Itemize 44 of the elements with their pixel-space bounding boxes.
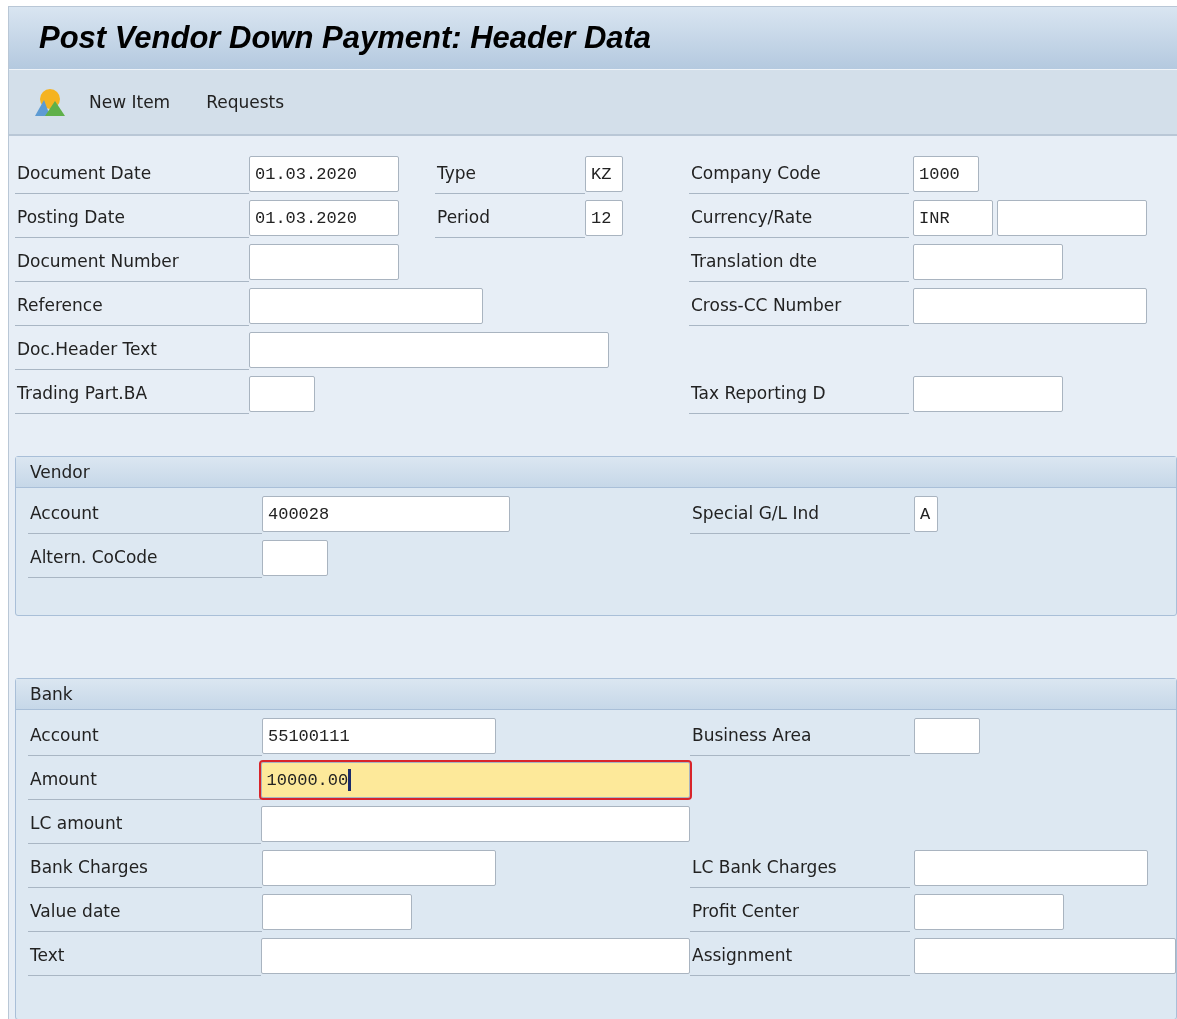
input-field[interactable] xyxy=(249,376,315,412)
input-field[interactable]: A xyxy=(914,496,938,532)
field-label: Currency/Rate xyxy=(689,197,909,238)
input-field[interactable] xyxy=(249,244,399,280)
input-field[interactable] xyxy=(262,540,328,576)
input-field[interactable] xyxy=(997,200,1147,236)
field-label: LC amount xyxy=(28,803,261,844)
input-field[interactable] xyxy=(913,288,1147,324)
input-field[interactable] xyxy=(249,332,609,368)
field-label: LC Bank Charges xyxy=(690,847,910,888)
toolbar-button[interactable]: Requests xyxy=(204,90,287,114)
field-label: Translation dte xyxy=(689,241,909,282)
input-field[interactable] xyxy=(262,894,412,930)
input-field[interactable] xyxy=(914,894,1064,930)
input-field[interactable]: 1000 xyxy=(913,156,979,192)
group-box-title: Bank xyxy=(16,679,1176,710)
window-title: Post Vendor Down Payment: Header Data xyxy=(39,20,652,56)
field-label: Company Code xyxy=(689,153,909,194)
input-field[interactable]: 01.03.2020 xyxy=(249,156,399,192)
input-field[interactable] xyxy=(913,244,1063,280)
field-label: Tax Reporting D xyxy=(689,373,909,414)
field-label: Special G/L Ind xyxy=(690,493,910,534)
input-field[interactable] xyxy=(260,806,690,842)
input-field[interactable] xyxy=(914,718,980,754)
input-field[interactable] xyxy=(914,850,1148,886)
input-field[interactable]: 01.03.2020 xyxy=(249,200,399,236)
group-box-title: Vendor xyxy=(16,457,1176,488)
field-label: Assignment xyxy=(690,935,910,976)
field-label: Cross-CC Number xyxy=(689,285,909,326)
input-field[interactable]: KZ xyxy=(585,156,623,192)
input-field[interactable]: 55100111 xyxy=(262,718,496,754)
input-field[interactable] xyxy=(913,376,1063,412)
input-field[interactable]: INR xyxy=(913,200,993,236)
input-field[interactable]: 10000.00 xyxy=(260,762,690,798)
input-field[interactable]: 400028 xyxy=(262,496,510,532)
field-label: Profit Center xyxy=(690,891,910,932)
mountain-sun-icon[interactable] xyxy=(33,86,67,118)
input-field[interactable] xyxy=(262,850,496,886)
input-field[interactable]: 12 xyxy=(585,200,623,236)
input-field[interactable] xyxy=(914,938,1176,974)
input-field[interactable] xyxy=(249,288,483,324)
input-field[interactable] xyxy=(261,938,690,974)
field-label: Business Area xyxy=(690,715,910,756)
toolbar-button[interactable]: New Item xyxy=(87,90,173,114)
